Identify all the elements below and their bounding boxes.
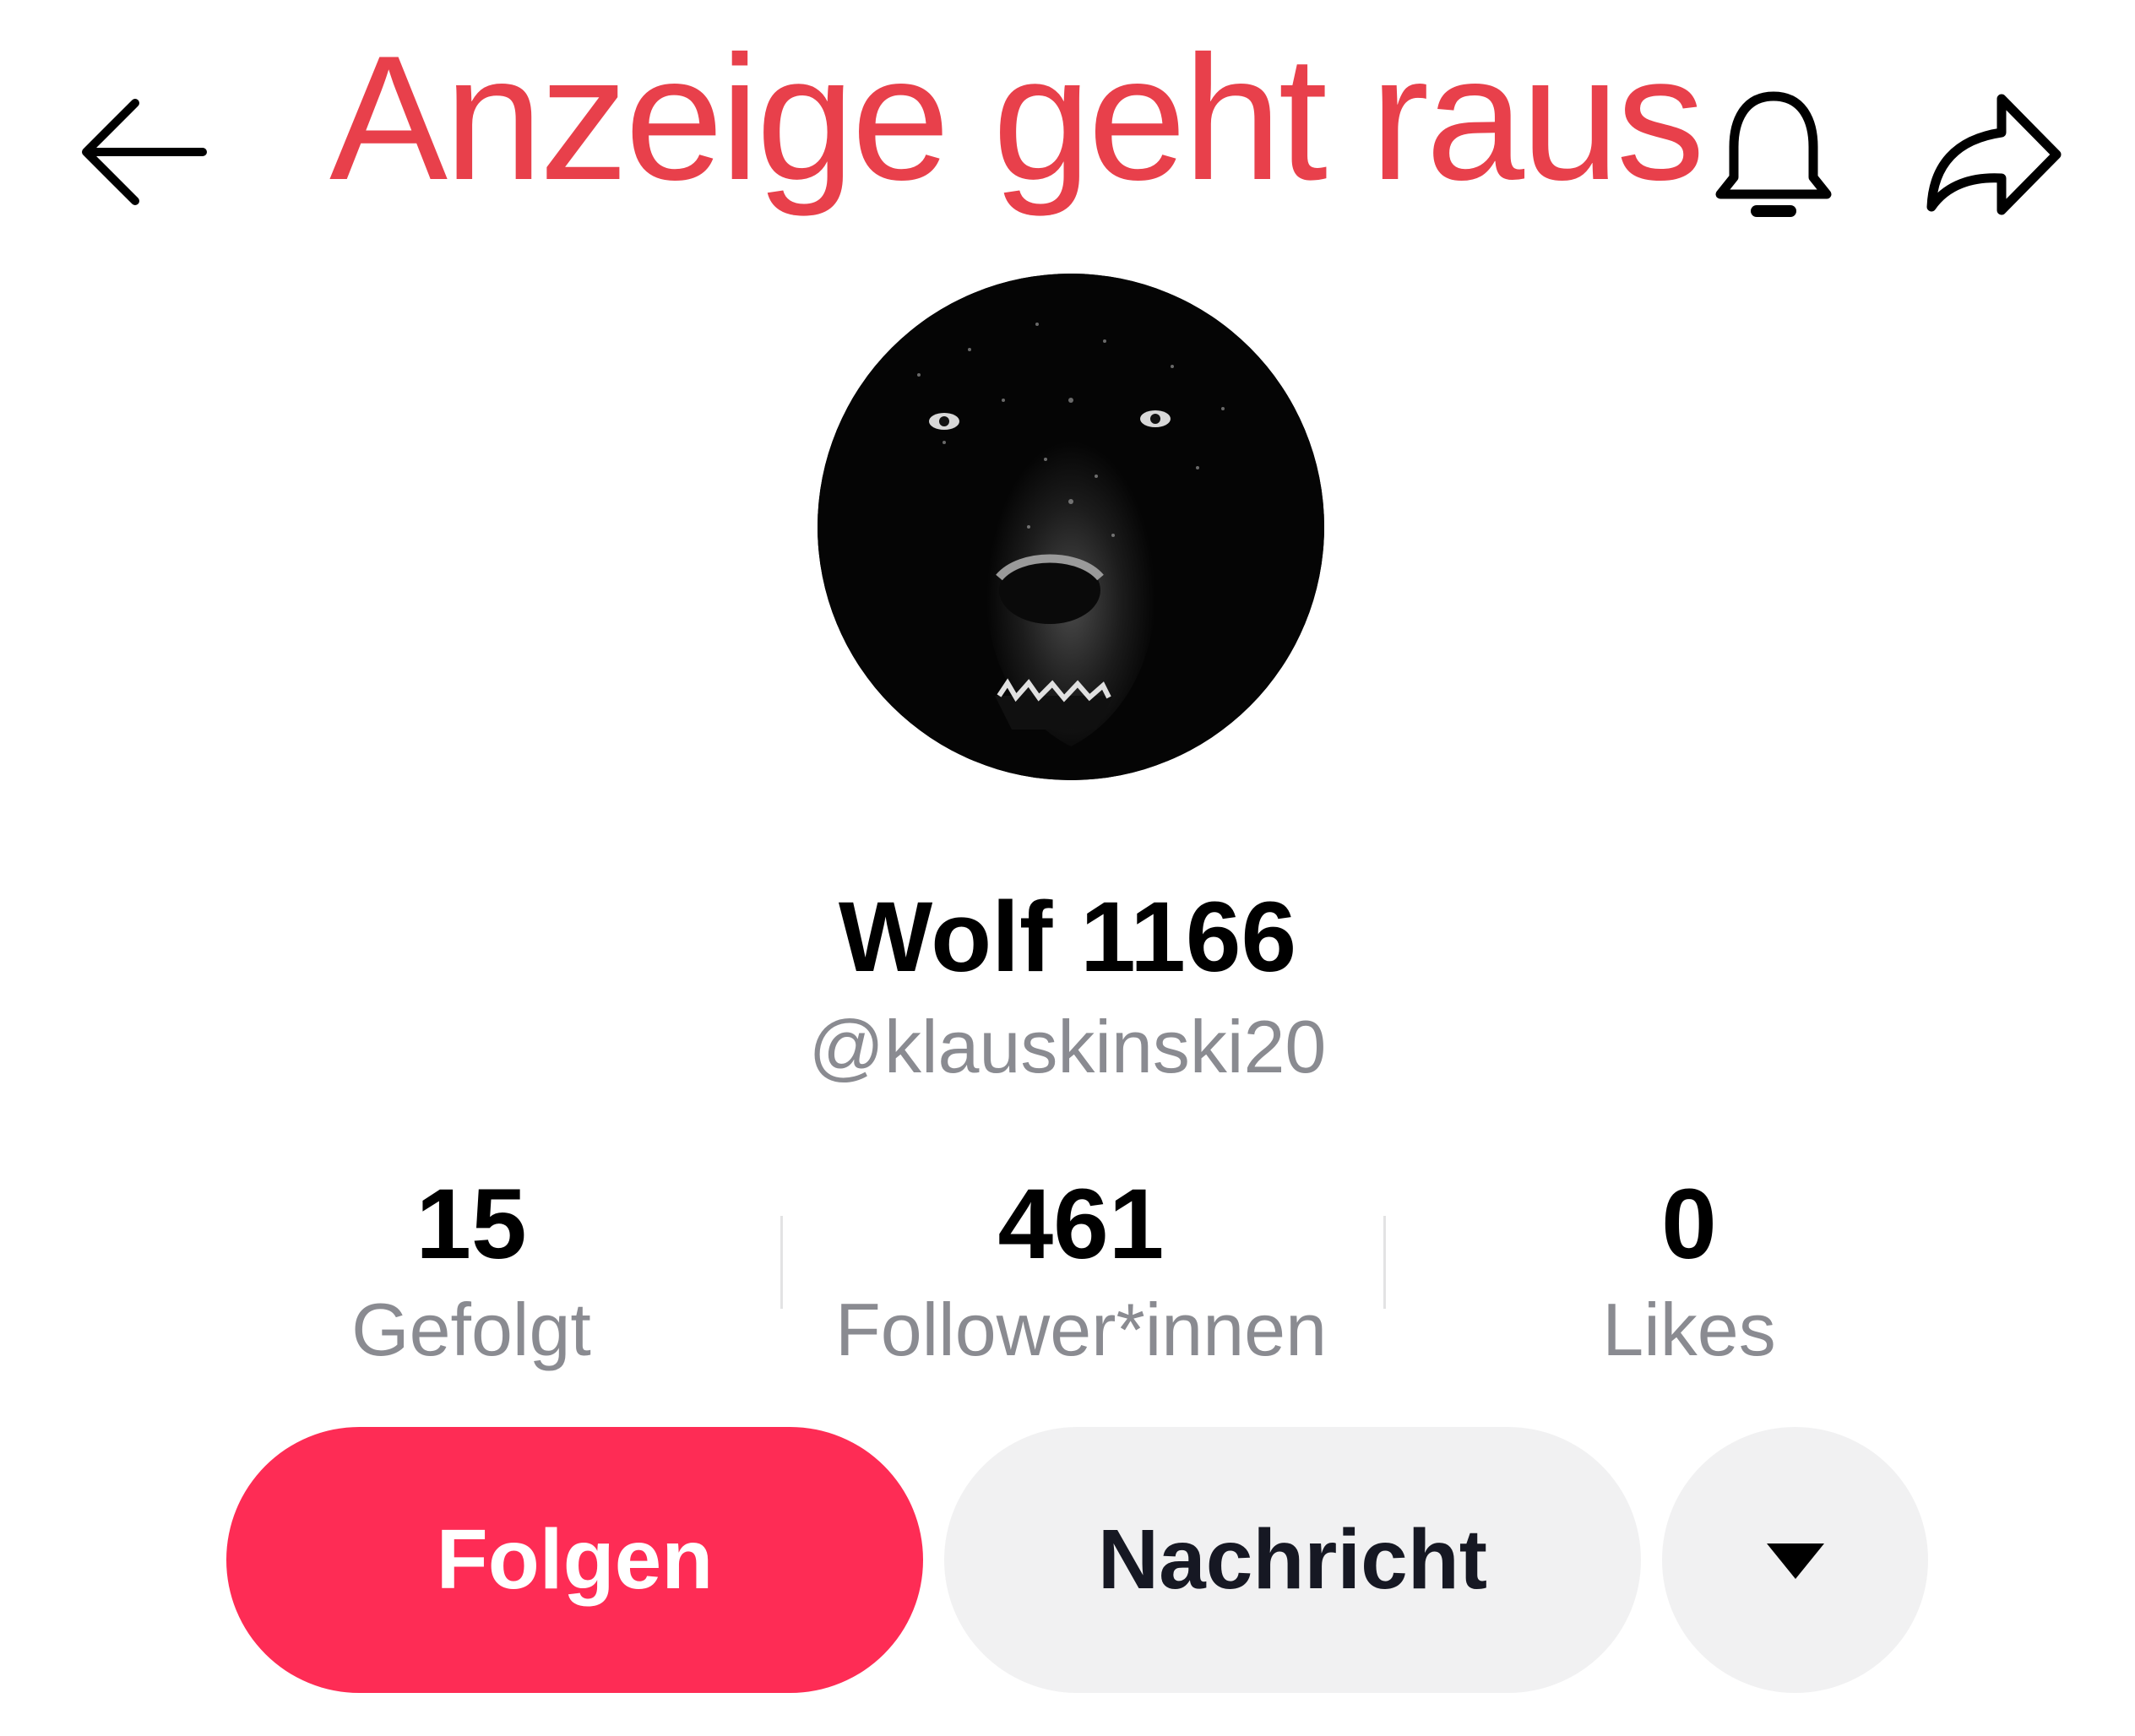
wolf-avatar (818, 274, 1324, 780)
stat-followers-label: Follower*innen (834, 1288, 1328, 1371)
top-bar: Anzeige geht raus (0, 0, 2135, 253)
share-arrow-icon (1926, 94, 2062, 215)
profile-handle: @klauskinski20 (808, 1005, 1327, 1088)
follow-button[interactable]: Folgen (226, 1427, 923, 1693)
stat-followers-value: 461 (997, 1169, 1165, 1280)
arrow-left-icon (82, 99, 207, 205)
profile-avatar[interactable] (818, 274, 1324, 780)
stat-following-value: 15 (416, 1169, 527, 1280)
stat-likes[interactable]: 0 Likes (1393, 1165, 1985, 1376)
message-button-label: Nachricht (1097, 1512, 1488, 1607)
profile-name: Wolf 1166 (838, 882, 1297, 993)
notification-bell-button[interactable] (1698, 76, 1850, 236)
stat-divider (780, 1216, 783, 1309)
stat-likes-label: Likes (1602, 1288, 1776, 1371)
overlay-caption: Anzeige geht raus (329, 19, 1705, 217)
back-button[interactable] (68, 84, 220, 220)
share-button[interactable] (1909, 76, 2078, 236)
stat-likes-value: 0 (1661, 1169, 1717, 1280)
caret-down-icon (1766, 1543, 1824, 1579)
bell-icon (1715, 91, 1832, 217)
stat-following-label: Gefolgt (351, 1288, 591, 1371)
stat-divider (1383, 1216, 1386, 1309)
stat-followers[interactable]: 461 Follower*innen (785, 1165, 1377, 1376)
follow-button-label: Folgen (436, 1512, 714, 1607)
message-button[interactable]: Nachricht (944, 1427, 1641, 1693)
more-options-button[interactable] (1662, 1427, 1928, 1693)
stat-following[interactable]: 15 Gefolgt (176, 1165, 767, 1376)
